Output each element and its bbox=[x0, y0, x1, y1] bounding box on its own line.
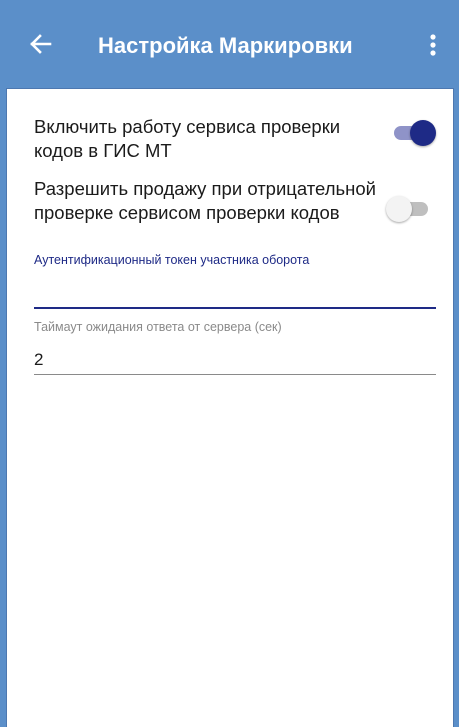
token-field-label: Аутентификационный токен участника оборо… bbox=[34, 253, 310, 267]
settings-panel: Включить работу сервиса проверки кодов в… bbox=[6, 88, 454, 727]
arrow-left-icon bbox=[30, 34, 52, 54]
app-root: Настройка Маркировки Включить работу сер… bbox=[0, 0, 459, 727]
timeout-input[interactable] bbox=[34, 345, 434, 375]
token-input-underline bbox=[34, 307, 436, 309]
switch-thumb bbox=[410, 120, 436, 146]
more-vertical-icon bbox=[430, 34, 436, 56]
allow-sale-label: Разрешить продажу при отрицательной пров… bbox=[34, 178, 376, 223]
enable-service-label: Включить работу сервиса проверки кодов в… bbox=[34, 116, 341, 161]
timeout-field-label: Таймаут ожидания ответа от сервера (сек) bbox=[34, 320, 282, 334]
token-input[interactable] bbox=[34, 275, 434, 305]
app-bar: Настройка Маркировки bbox=[0, 0, 459, 88]
timeout-input-underline bbox=[34, 374, 436, 375]
enable-service-switch[interactable] bbox=[388, 119, 436, 147]
back-button[interactable] bbox=[26, 29, 56, 59]
switch-thumb bbox=[386, 196, 412, 222]
overflow-menu-button[interactable] bbox=[423, 30, 443, 60]
allow-sale-switch[interactable] bbox=[386, 195, 434, 223]
page-title: Настройка Маркировки bbox=[98, 33, 353, 58]
